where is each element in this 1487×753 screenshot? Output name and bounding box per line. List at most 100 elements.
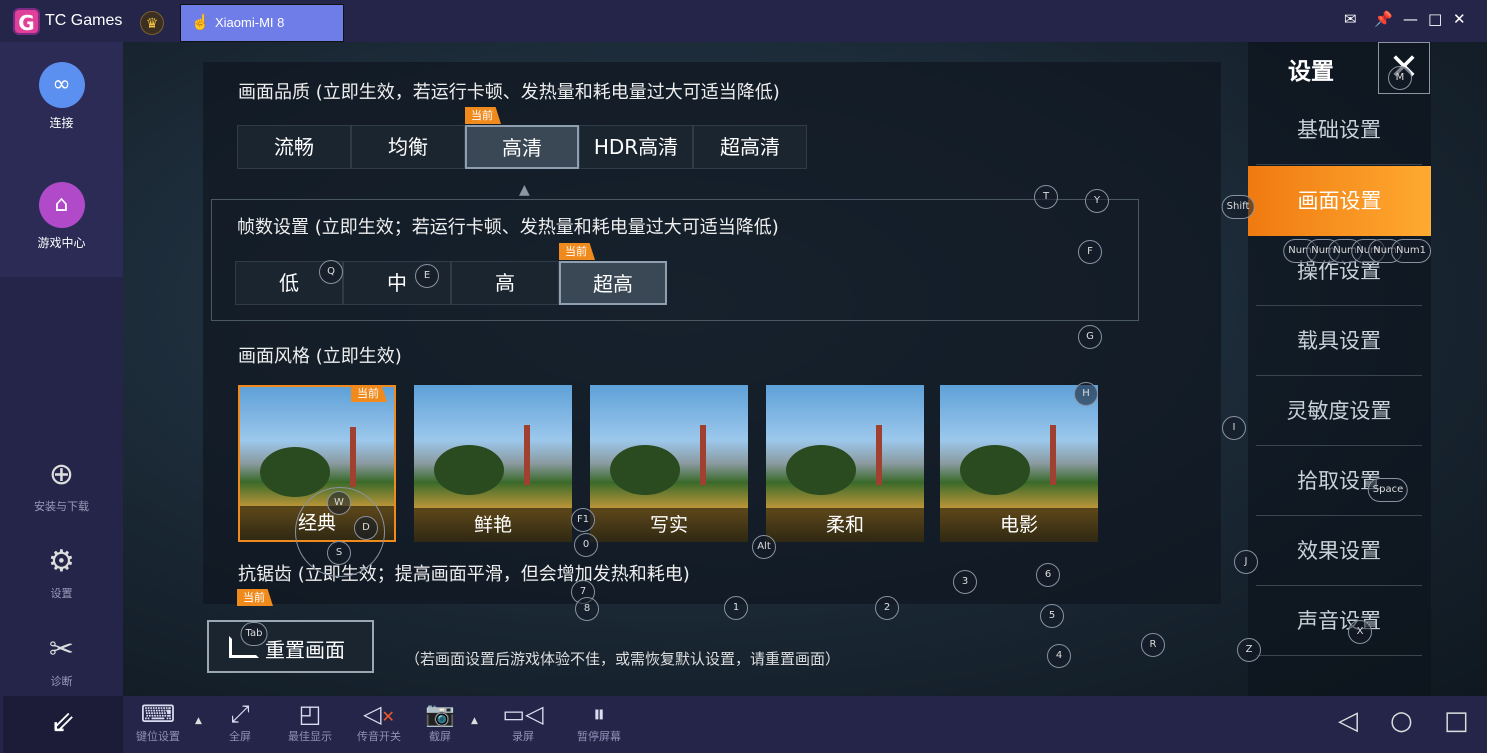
keymap-key[interactable]: M [1388, 66, 1412, 90]
sidebar-item-connect[interactable]: ∞ 连接 [0, 62, 123, 131]
style-title: 画面风格 (立即生效) [238, 346, 402, 367]
toolbar-label: 录屏 [512, 730, 534, 743]
reset-display-button[interactable]: 重置画面 [207, 620, 374, 673]
home-circle-icon[interactable]: ○ [1390, 706, 1413, 736]
vip-crown-icon[interactable]: ♛ [140, 11, 164, 35]
toolbar-screenshot[interactable]: 📷 截屏 [405, 700, 475, 744]
keymap-key[interactable]: 3 [953, 570, 977, 594]
keymap-key[interactable]: Z [1237, 638, 1261, 662]
game-screen[interactable]: 画面品质 (立即生效，若运行卡顿、发热量和耗电量过大可适当降低) 流畅 均衡 高… [123, 42, 1487, 696]
maximize-icon[interactable]: □ [1428, 10, 1442, 28]
toolbar-label: 暂停屏幕 [577, 730, 621, 743]
current-badge: 当前 [237, 589, 273, 606]
keymap-key[interactable]: 4 [1047, 644, 1071, 668]
recent-square-icon[interactable]: □ [1444, 706, 1469, 736]
keymap-key[interactable]: W [327, 491, 351, 515]
keymap-key[interactable]: 0 [574, 533, 598, 557]
style-label: 柔和 [766, 508, 924, 542]
toolbar-pause[interactable]: ⏸ 暂停屏幕 [564, 700, 634, 744]
toolbar-fullscreen[interactable]: ⤢ 全屏 [205, 700, 275, 744]
close-icon[interactable]: ✕ [1453, 10, 1466, 28]
style-thumb[interactable]: 柔和 [766, 385, 924, 542]
link-icon: ∞ [38, 62, 85, 108]
keymap-key[interactable]: G [1078, 325, 1102, 349]
toolbar-audio[interactable]: ◁✕ 传音开关 [344, 700, 414, 744]
caret-up-icon[interactable]: ▲ [471, 716, 478, 726]
keymap-key[interactable]: 2 [875, 596, 899, 620]
framerate-option-selected[interactable]: 超高 [559, 261, 667, 305]
menu-item[interactable]: 灵敏度设置 [1256, 376, 1422, 446]
keymap-key[interactable]: D [354, 516, 378, 540]
mail-icon[interactable]: ✉ [1344, 10, 1357, 28]
menu-item-selected[interactable]: 画面设置 [1248, 166, 1431, 236]
keymap-key[interactable]: J [1234, 550, 1258, 574]
style-label: 电影 [940, 508, 1098, 542]
keymap-key[interactable]: 1 [724, 596, 748, 620]
pointer-triangle-icon: ▲ [519, 182, 530, 198]
sidebar-item-settings[interactable]: ⚙ 设置 [0, 544, 123, 601]
menu-item[interactable]: 基础设置 [1256, 95, 1422, 165]
keymap-key[interactable]: I [1222, 416, 1246, 440]
video-icon: ▭◁ [502, 700, 544, 728]
keyboard-lock-icon: ⌨ [140, 700, 176, 728]
pin-icon[interactable]: 📌 [1374, 10, 1393, 28]
keymap-key[interactable]: 8 [575, 597, 599, 621]
keymap-key[interactable]: R [1141, 633, 1165, 657]
keymap-key[interactable]: F [1078, 240, 1102, 264]
style-thumb[interactable]: 电影 [940, 385, 1098, 542]
caret-up-icon[interactable]: ▲ [195, 716, 202, 726]
quality-options: 流畅 均衡 高清 HDR高清 超高清 [237, 125, 807, 169]
sidebar-item-diagnose[interactable]: ✂ 诊断 [0, 632, 123, 689]
device-tab-label: Xiaomi-MI 8 [215, 15, 285, 30]
app-logo: G [13, 8, 40, 35]
keymap-key[interactable]: 5 [1040, 604, 1064, 628]
keymap-key[interactable]: Y [1085, 189, 1109, 213]
quality-option[interactable]: HDR高清 [579, 125, 693, 169]
menu-item[interactable]: 效果设置 [1256, 516, 1422, 586]
style-thumb[interactable]: 写实 [590, 385, 748, 542]
back-icon[interactable]: ◁ [1338, 706, 1358, 736]
keymap-key[interactable]: 6 [1036, 563, 1060, 587]
keymap-key[interactable]: X [1348, 620, 1372, 644]
menu-item[interactable]: 载具设置 [1256, 306, 1422, 376]
toolbar-keymap[interactable]: ⌨ 键位设置 [123, 700, 193, 744]
title-bar: G TC Games ♛ ☝ Xiaomi-MI 8 ✉ 📌 — □ ✕ [0, 0, 1487, 42]
keymap-key[interactable]: S [327, 541, 351, 565]
touch-hand-icon: ☝ [191, 14, 210, 31]
sidebar-item-label: 设置 [50, 587, 73, 600]
keymap-key[interactable]: F1 [571, 508, 595, 532]
keymap-key[interactable]: Space [1367, 478, 1409, 502]
toolbar-best-fit[interactable]: ◰ 最佳显示 [275, 700, 345, 744]
keymap-key[interactable]: H [1074, 382, 1098, 406]
quality-option[interactable]: 超高清 [693, 125, 807, 169]
sidebar-item-label: 诊断 [50, 675, 73, 688]
style-label: 鲜艳 [414, 508, 572, 542]
quality-option[interactable]: 流畅 [237, 125, 351, 169]
keymap-key[interactable]: Shift [1221, 195, 1255, 219]
keymap-key[interactable]: E [415, 264, 439, 288]
quality-option-selected[interactable]: 高清 [465, 125, 579, 169]
settings-menu: 设置 基础设置 画面设置 操作设置 载具设置 灵敏度设置 拾取设置 效果设置 声… [1248, 42, 1431, 696]
app-name: TC Games [45, 12, 123, 29]
toolbar-label: 最佳显示 [288, 730, 332, 743]
reset-note: （若画面设置后游戏体验不佳，或需恢复默认设置，请重置画面） [405, 650, 841, 668]
framerate-options: 低 中 高 超高 [235, 261, 667, 305]
keymap-key[interactable]: Tab [240, 622, 268, 646]
quality-option[interactable]: 均衡 [351, 125, 465, 169]
style-thumb[interactable]: 鲜艳 [414, 385, 572, 542]
toolbar-record[interactable]: ▭◁ 录屏 [488, 700, 558, 744]
camera-icon: 📷 [425, 700, 455, 728]
sidebar-item-download[interactable]: ⊕ 安装与下载 [0, 457, 123, 514]
keymap-key[interactable]: Alt [752, 535, 776, 559]
bottom-toolbar: ⇙ ⌨ 键位设置 ▲ ⤢ 全屏 ◰ 最佳显示 ◁✕ 传音开关 📷 截屏 ▲ ▭◁ 录屏 ⏸ 暂… [0, 696, 1487, 753]
keymap-key[interactable]: Num1 [1391, 239, 1431, 263]
fullscreen-icon: ⤢ [230, 700, 250, 728]
framerate-option[interactable]: 高 [451, 261, 559, 305]
keymap-key[interactable]: Q [319, 260, 343, 284]
keymap-key[interactable]: T [1034, 185, 1058, 209]
sidebar-item-game-center[interactable]: ⌂ 游戏中心 [0, 182, 123, 251]
menu-item[interactable]: 声音设置 [1256, 586, 1422, 656]
minimize-icon[interactable]: — [1403, 10, 1418, 28]
device-tab[interactable]: ☝ Xiaomi-MI 8 [180, 4, 344, 42]
collapse-arrow-icon[interactable]: ⇙ [3, 696, 123, 753]
